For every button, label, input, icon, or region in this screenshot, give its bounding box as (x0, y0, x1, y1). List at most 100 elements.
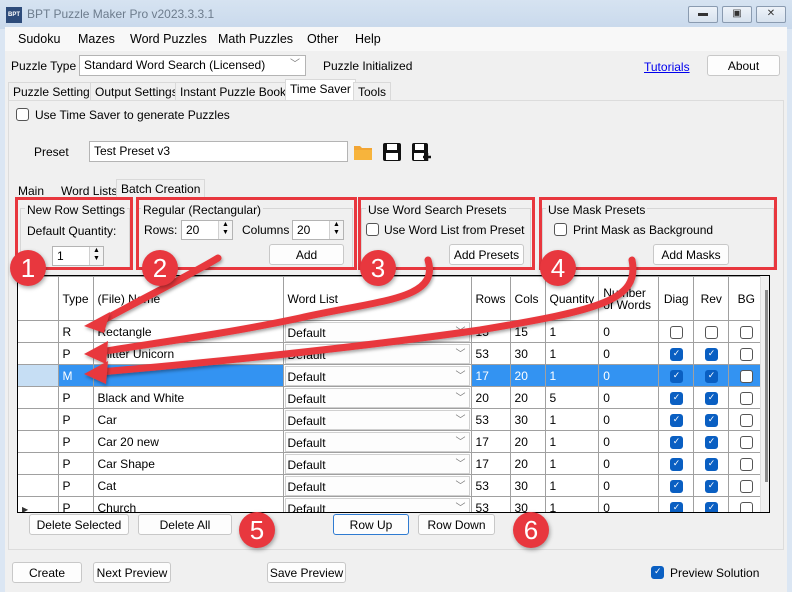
print-mask-checkbox[interactable] (554, 223, 567, 236)
cell-word-list[interactable]: Default ﹀ (282, 386, 472, 409)
rev-checkbox[interactable] (704, 435, 718, 449)
spin-arrows-icon[interactable]: ▲ ▼ (89, 247, 103, 265)
cell-rows[interactable]: 53 (470, 474, 511, 497)
table-row[interactable]: ▶ P Church Default ﹀ 53 30 1 0 (18, 496, 765, 512)
default-quantity-stepper[interactable]: 1 ▲ ▼ (52, 246, 104, 266)
diag-checkbox[interactable] (669, 391, 683, 405)
columns-stepper[interactable]: 20 ▲ ▼ (292, 220, 344, 240)
row-header[interactable] (18, 320, 59, 343)
cell-bg[interactable] (728, 364, 765, 387)
cell-rows[interactable]: 53 (470, 408, 511, 431)
cell-word-list[interactable]: Default ﹀ (282, 408, 472, 431)
cell-type[interactable]: P (57, 386, 94, 409)
word-list-select[interactable]: Default ﹀ (284, 321, 470, 342)
batch-grid[interactable]: Type (File) Name Word List Rows Cols Qua… (17, 275, 770, 513)
cell-word-list[interactable]: Default ﹀ (282, 496, 472, 512)
about-button[interactable]: About (707, 55, 780, 76)
cell-type[interactable]: P (57, 474, 94, 497)
cell-diag[interactable] (658, 408, 695, 431)
header-name[interactable]: (File) Name (92, 276, 284, 321)
cell-diag[interactable] (658, 320, 695, 343)
spin-arrows-icon[interactable]: ▲ ▼ (218, 221, 232, 239)
cell-bg[interactable] (728, 342, 765, 365)
cell-quantity[interactable]: 1 (544, 364, 600, 387)
word-list-select[interactable]: Default ﹀ (284, 431, 470, 452)
subtab-batch-creation[interactable]: Batch Creation (116, 179, 206, 200)
cell-rows[interactable]: 15 (470, 320, 511, 343)
tab-puzzle-settings[interactable]: Puzzle Settings (8, 82, 101, 100)
tab-time-saver[interactable]: Time Saver (285, 79, 356, 100)
tutorials-link[interactable]: Tutorials (644, 60, 690, 74)
cell-number-of-words[interactable]: 0 (598, 496, 660, 512)
cell-rev[interactable] (693, 430, 730, 453)
cell-rev[interactable] (693, 386, 730, 409)
save-button[interactable] (381, 142, 403, 162)
diag-checkbox[interactable] (669, 347, 683, 361)
cell-name[interactable]: Black and White (92, 386, 284, 409)
rev-checkbox[interactable] (704, 501, 718, 512)
cell-rows[interactable]: 53 (470, 342, 511, 365)
add-rectangle-button[interactable]: Add (269, 244, 344, 265)
word-list-select[interactable]: Default ﹀ (284, 475, 470, 496)
rev-checkbox[interactable] (704, 479, 718, 493)
cell-type[interactable]: P (57, 342, 94, 365)
row-header[interactable] (18, 386, 59, 409)
cell-bg[interactable] (728, 386, 765, 409)
cell-name[interactable]: Glitter Unicorn (92, 342, 284, 365)
cell-quantity[interactable]: 1 (544, 452, 600, 475)
rev-checkbox[interactable] (704, 325, 718, 339)
maximize-button[interactable]: ▣ (722, 6, 752, 23)
cell-type[interactable]: P (57, 496, 94, 512)
cell-number-of-words[interactable]: 0 (598, 430, 660, 453)
cell-number-of-words[interactable]: 0 (598, 364, 660, 387)
menu-word-puzzles[interactable]: Word Puzzles (130, 32, 207, 46)
table-row[interactable]: P Cat Default ﹀ 53 30 1 0 (18, 474, 765, 497)
cell-diag[interactable] (658, 496, 695, 512)
cell-bg[interactable] (728, 474, 765, 497)
cell-quantity[interactable]: 1 (544, 496, 600, 512)
rev-checkbox[interactable] (704, 391, 718, 405)
word-list-select[interactable]: Default ﹀ (284, 343, 470, 364)
cell-diag[interactable] (658, 364, 695, 387)
word-list-select[interactable]: Default ﹀ (284, 497, 470, 512)
cell-rev[interactable] (693, 452, 730, 475)
cell-cols[interactable]: 20 (509, 364, 546, 387)
table-row[interactable]: M Default ﹀ 17 20 1 0 (18, 364, 765, 387)
header-bg[interactable]: BG (728, 276, 765, 321)
cell-diag[interactable] (658, 342, 695, 365)
scrollbar-thumb[interactable] (765, 290, 768, 482)
cell-cols[interactable]: 20 (509, 452, 546, 475)
cell-word-list[interactable]: Default ﹀ (282, 320, 472, 343)
delete-all-button[interactable]: Delete All (138, 514, 232, 535)
cell-diag[interactable] (658, 430, 695, 453)
header-number-of-words[interactable]: Number of Words (598, 276, 660, 321)
cell-word-list[interactable]: Default ﹀ (282, 342, 472, 365)
rows-stepper[interactable]: 20 ▲ ▼ (181, 220, 233, 240)
cell-name[interactable]: Cat (92, 474, 284, 497)
tab-tools[interactable]: Tools (353, 82, 392, 100)
delete-selected-button[interactable]: Delete Selected (29, 514, 129, 535)
cell-type[interactable]: M (57, 364, 94, 387)
preset-input[interactable]: Test Preset v3 (89, 141, 348, 162)
word-list-select[interactable]: Default ﹀ (284, 387, 470, 408)
cell-bg[interactable] (728, 320, 765, 343)
table-row[interactable]: P Car Shape Default ﹀ 17 20 1 0 (18, 452, 765, 475)
menu-other[interactable]: Other (307, 32, 338, 46)
row-header[interactable] (18, 364, 59, 387)
header-rows[interactable]: Rows (470, 276, 511, 321)
row-header[interactable]: ▶ (18, 496, 59, 512)
bg-checkbox[interactable] (739, 479, 753, 493)
preview-solution-checkbox[interactable] (651, 566, 664, 579)
bg-checkbox[interactable] (739, 347, 753, 361)
cell-type[interactable]: P (57, 430, 94, 453)
cell-number-of-words[interactable]: 0 (598, 386, 660, 409)
add-presets-button[interactable]: Add Presets (449, 244, 524, 265)
cell-rows[interactable]: 17 (470, 430, 511, 453)
menu-mazes[interactable]: Mazes (78, 32, 115, 46)
diag-checkbox[interactable] (669, 501, 683, 512)
cell-cols[interactable]: 20 (509, 430, 546, 453)
bg-checkbox[interactable] (739, 435, 753, 449)
cell-rev[interactable] (693, 364, 730, 387)
cell-quantity[interactable]: 1 (544, 342, 600, 365)
header-type[interactable]: Type (57, 276, 94, 321)
